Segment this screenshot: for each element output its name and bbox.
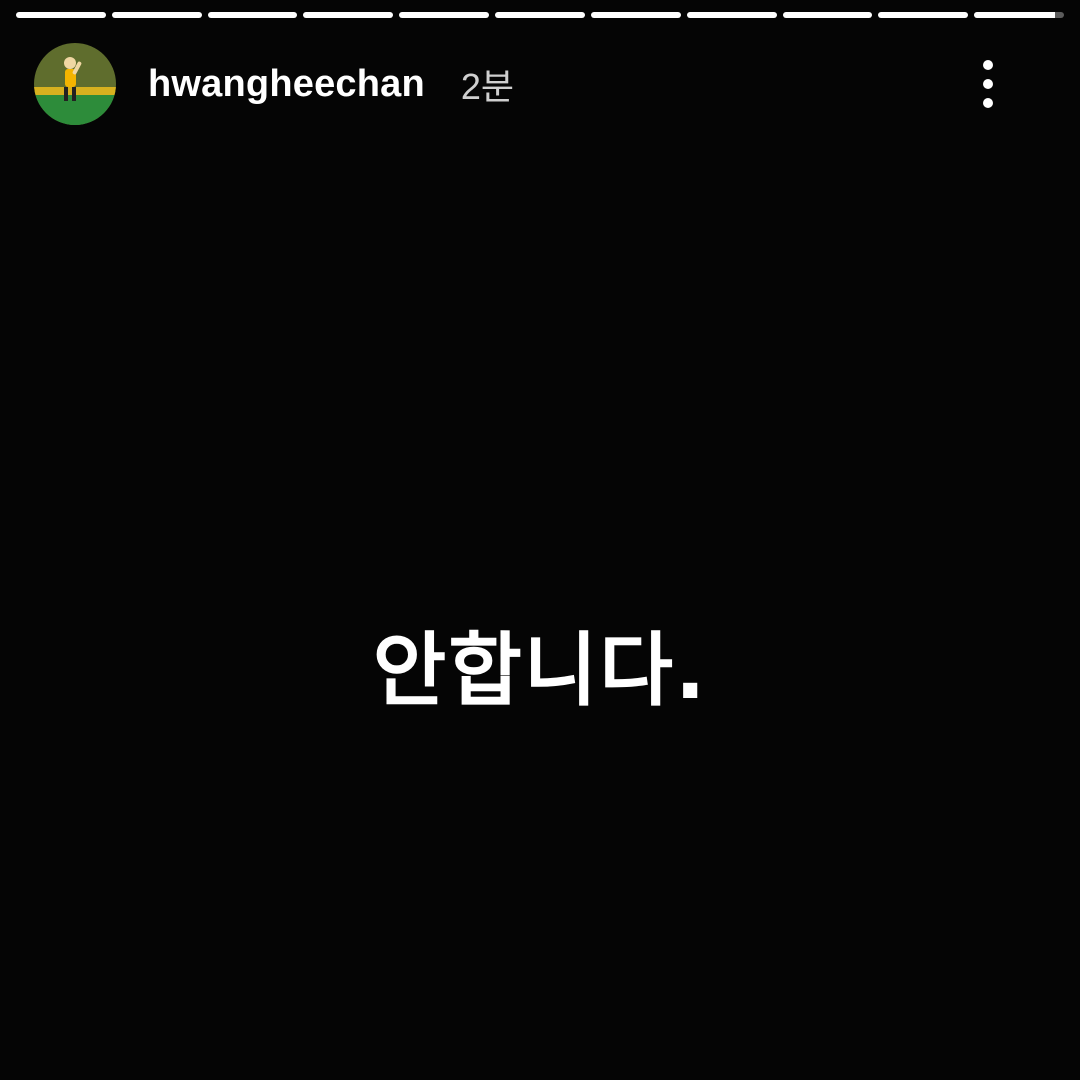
more-vertical-icon[interactable]: [972, 60, 1004, 108]
story-progress-segment: [495, 12, 585, 18]
story-progress-fill: [782, 12, 873, 18]
username[interactable]: hwangheechan: [148, 63, 425, 106]
story-progress-fill: [303, 12, 394, 18]
story-progress-fill: [399, 12, 490, 18]
story-progress-segment: [207, 12, 298, 18]
more-dot: [983, 79, 993, 89]
story-text: 안합니다.: [372, 624, 708, 717]
story-progress-fill: [495, 12, 585, 18]
story-progress-segment: [974, 12, 1064, 18]
story-progress-segment: [782, 12, 873, 18]
story-progress-segment: [590, 12, 681, 18]
profile-photo-icon[interactable]: [34, 43, 116, 125]
story-viewer[interactable]: hwangheechan 2분 안합니다.: [0, 0, 1080, 1080]
story-progress-segment: [399, 12, 490, 18]
story-progress-fill: [878, 12, 969, 18]
story-progress-fill: [16, 12, 106, 18]
story-progress-segment: [111, 12, 202, 18]
story-progress-segment: [16, 12, 106, 18]
more-dot: [983, 60, 993, 70]
story-header: hwangheechan 2분: [34, 42, 1046, 126]
avatar-image: [34, 43, 116, 125]
story-progress-fill: [111, 12, 202, 18]
story-progress-fill: [590, 12, 681, 18]
post-time: 2분: [460, 66, 515, 107]
more-dot: [983, 98, 993, 108]
story-progress-fill: [686, 12, 777, 18]
story-progress-fill: [974, 12, 1055, 18]
story-progress-segment: [878, 12, 969, 18]
story-progress-segment: [686, 12, 777, 18]
story-progress-segment: [303, 12, 394, 18]
story-progress-fill: [207, 12, 298, 18]
story-progress-bar: [16, 12, 1064, 18]
